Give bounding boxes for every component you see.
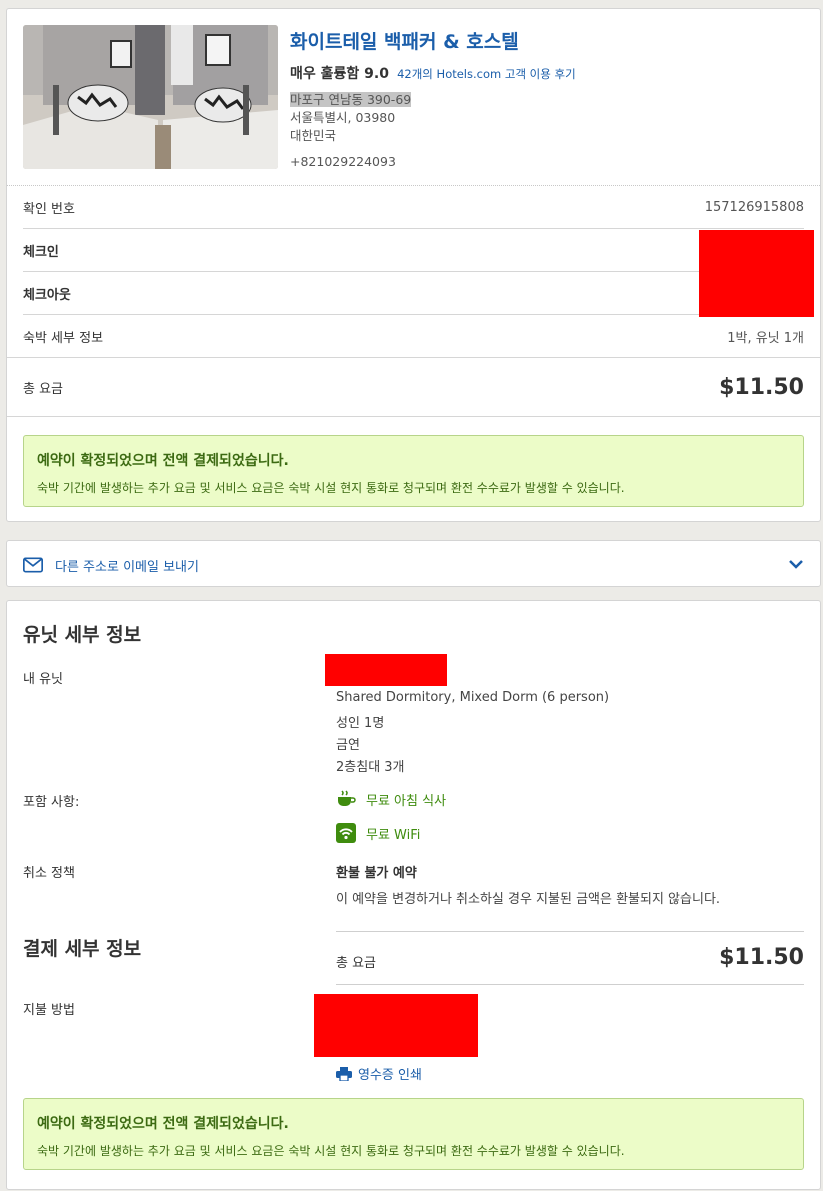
envelope-icon [23, 555, 43, 575]
notice-text: 숙박 기간에 발생하는 추가 요금 및 서비스 요금은 숙박 시설 현지 통화로… [37, 481, 625, 495]
rating-row: 매우 훌륭함 9.0 42개의 Hotels.com 고객 이용 후기 [290, 63, 576, 83]
hotel-address: 마포구 연남동 390-69 서울특별시, 03980 대한민국 [290, 91, 576, 145]
payment-method-label: 지불 방법 [23, 1003, 75, 1018]
address-line-2: 서울특별시, 03980 [290, 110, 396, 125]
email-link[interactable]: 다른 주소로 이메일 보내기 [55, 556, 199, 575]
divider [336, 931, 804, 932]
rating-text: 매우 훌륭함 9.0 [290, 66, 389, 82]
unit-section-title: 유닛 세부 정보 [23, 624, 142, 646]
print-receipt-link[interactable]: 영수증 인쇄 [336, 1064, 422, 1083]
includes-label: 포함 사항: [23, 795, 80, 810]
checkin-label: 체크인 [23, 244, 59, 260]
cancel-policy-text: 이 예약을 변경하거나 취소하실 경우 지불된 금액은 환불되지 않습니다. [336, 892, 721, 907]
amenity-breakfast: 무료 아침 식사 [336, 789, 446, 809]
total-amount: $11.50 [719, 374, 804, 400]
payment-total-amount: $11.50 [719, 945, 804, 970]
booking-summary-card: 화이트테일 백패커 & 호스텔 매우 훌륭함 9.0 42개의 Hotels.c… [6, 8, 821, 522]
email-toggle[interactable]: 다른 주소로 이메일 보내기 [23, 555, 804, 575]
notice-text: 숙박 기간에 발생하는 추가 요금 및 서비스 요금은 숙박 시설 현지 통화로… [37, 1144, 625, 1158]
checkin-row: 체크인 [23, 229, 804, 272]
total-label: 총 요금 [23, 381, 64, 397]
cancel-policy-label: 취소 정책 [23, 866, 75, 881]
stay-details-label: 숙박 세부 정보 [23, 331, 104, 346]
cancel-policy-title: 환불 불가 예약 [336, 866, 417, 881]
redacted-dates [699, 230, 814, 317]
checkout-label: 체크아웃 [23, 287, 71, 303]
printer-icon [336, 1066, 352, 1082]
smoking-policy: 금연 [336, 738, 360, 753]
hotel-phone: +821029224093 [290, 154, 396, 169]
unit-payment-card: 유닛 세부 정보 내 유닛 Shared Dormitory, Mixed Do… [6, 600, 821, 1190]
print-receipt-label[interactable]: 영수증 인쇄 [358, 1064, 422, 1083]
hotel-info: 화이트테일 백패커 & 호스텔 매우 훌륭함 9.0 42개의 Hotels.c… [290, 27, 576, 169]
amenity-wifi: 무료 WiFi [336, 823, 420, 843]
payment-section-title: 결제 세부 정보 [23, 938, 142, 960]
guests: 성인 1명 [336, 716, 385, 731]
hotel-photo[interactable] [23, 25, 278, 169]
stay-details-value: 1박, 유닛 1개 [727, 331, 804, 346]
divider [336, 984, 804, 985]
room-type: Shared Dormitory, Mixed Dorm (6 person) [336, 690, 610, 705]
total-row: 총 요금 $11.50 [7, 357, 820, 417]
my-unit-label: 내 유닛 [23, 672, 64, 687]
amenity-wifi-label: 무료 WiFi [366, 827, 421, 843]
payment-total-label: 총 요금 [336, 956, 377, 971]
email-card[interactable]: 다른 주소로 이메일 보내기 [6, 540, 821, 587]
confirmation-number: 157126915808 [704, 199, 804, 215]
chevron-down-icon[interactable] [788, 558, 804, 573]
confirmation-row: 확인 번호 157126915808 [23, 186, 804, 229]
redacted-payment-method [314, 994, 478, 1057]
beds: 2층침대 3개 [336, 760, 405, 775]
notice-title: 예약이 확정되었으며 전액 결제되었습니다. [37, 1116, 289, 1132]
address-line-3: 대한민국 [290, 128, 337, 143]
wifi-icon [336, 823, 356, 843]
reviews-link[interactable]: 42개의 Hotels.com 고객 이용 후기 [397, 67, 576, 81]
stay-details-row: 숙박 세부 정보 1박, 유닛 1개 [23, 315, 804, 358]
address-line-1: 마포구 연남동 390-69 [290, 92, 412, 107]
hotel-name-link[interactable]: 화이트테일 백패커 & 호스텔 [290, 27, 576, 54]
confirmation-notice: 예약이 확정되었으며 전액 결제되었습니다. 숙박 기간에 발생하는 추가 요금… [23, 435, 804, 507]
notice-title: 예약이 확정되었으며 전액 결제되었습니다. [37, 453, 289, 469]
amenity-breakfast-label: 무료 아침 식사 [366, 793, 447, 809]
checkout-row: 체크아웃 [23, 272, 804, 315]
confirmation-notice-bottom: 예약이 확정되었으며 전액 결제되었습니다. 숙박 기간에 발생하는 추가 요금… [23, 1098, 804, 1170]
coffee-cup-icon [336, 789, 356, 809]
redacted-unit [325, 654, 447, 686]
confirmation-label: 확인 번호 [23, 201, 75, 217]
